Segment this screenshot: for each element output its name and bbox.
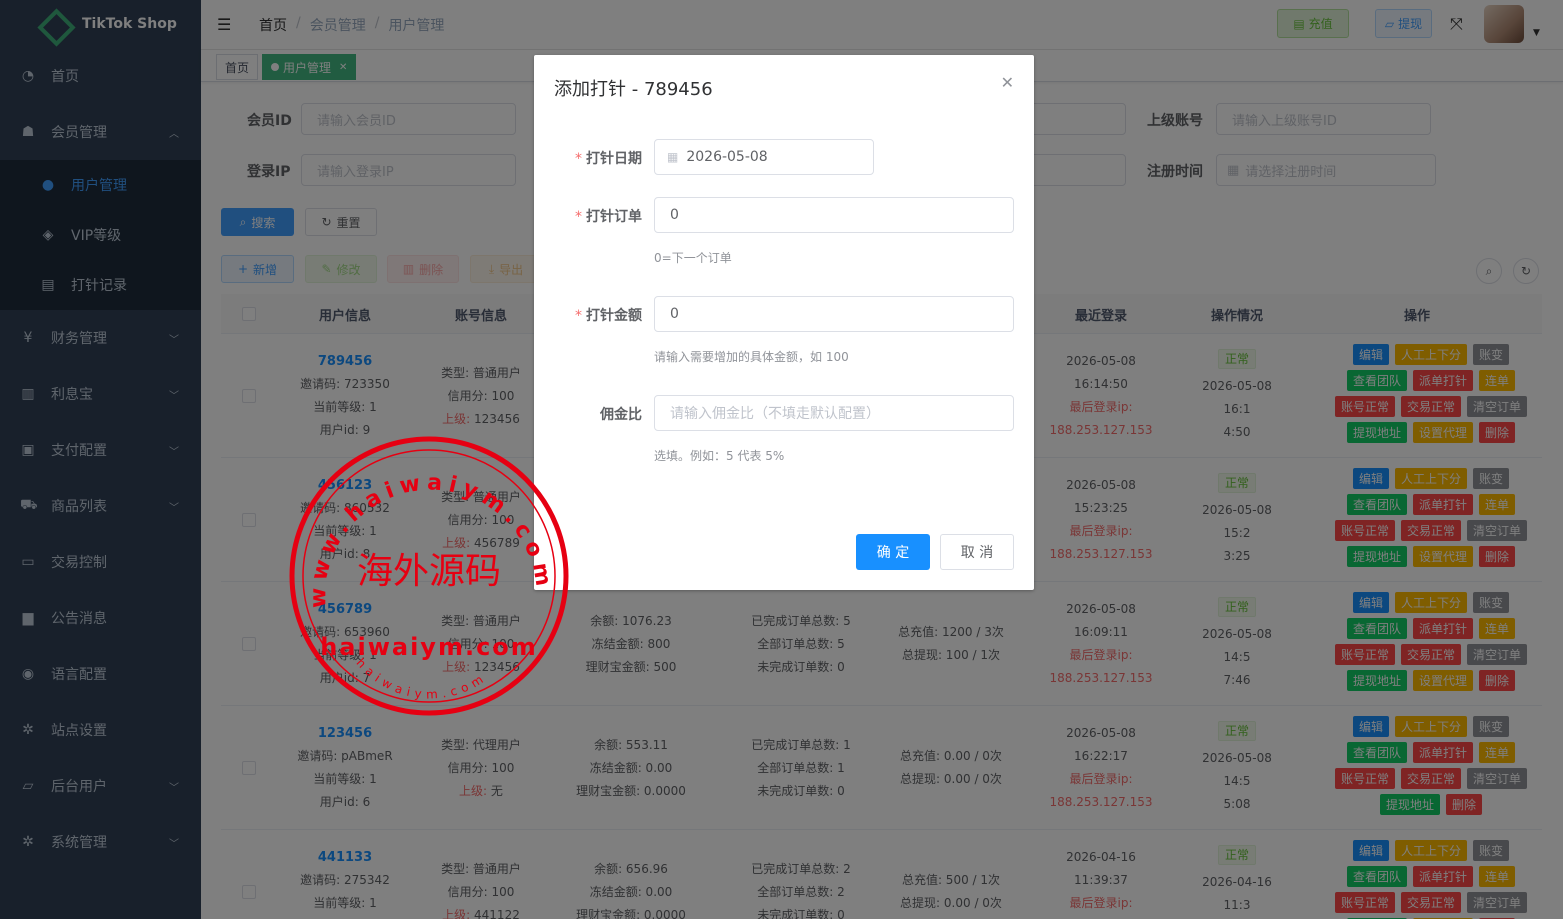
amount-help: 请输入需要增加的具体金额，如 100 — [654, 350, 849, 364]
stamp-url: haiwaiym.com — [320, 633, 538, 661]
amount-input[interactable]: 0 — [654, 296, 1014, 332]
date-picker[interactable]: ▦ 2026-05-08 — [654, 139, 874, 175]
add-injection-dialog: 添加打针 - 789456 ✕ * 打针日期 ▦ 2026-05-08 * 打针订单 … — [534, 55, 1034, 590]
commission-input[interactable]: 请输入佣金比（不填走默认配置） — [654, 395, 1014, 431]
amount-label: * 打针金额 — [575, 308, 642, 324]
commission-help: 选填。例如：5 代表 5% — [654, 449, 785, 463]
watermark-stamp: www.haiwaiym.com 海外源码 haiwaiym.com haiwa… — [289, 436, 569, 716]
cancel-button[interactable]: 取 消 — [940, 534, 1014, 570]
confirm-button[interactable]: 确 定 — [856, 534, 930, 570]
date-label: * 打针日期 — [575, 151, 642, 167]
order-help: 0=下一个订单 — [654, 251, 732, 265]
close-icon[interactable]: ✕ — [1001, 73, 1014, 92]
dialog-title: 添加打针 - 789456 — [554, 79, 713, 100]
calendar-icon: ▦ — [667, 150, 679, 164]
order-input[interactable]: 0 — [654, 197, 1014, 233]
commission-label: 佣金比 — [600, 407, 642, 423]
order-label: * 打针订单 — [575, 209, 642, 225]
stamp-main-text: 海外源码 — [357, 551, 501, 592]
